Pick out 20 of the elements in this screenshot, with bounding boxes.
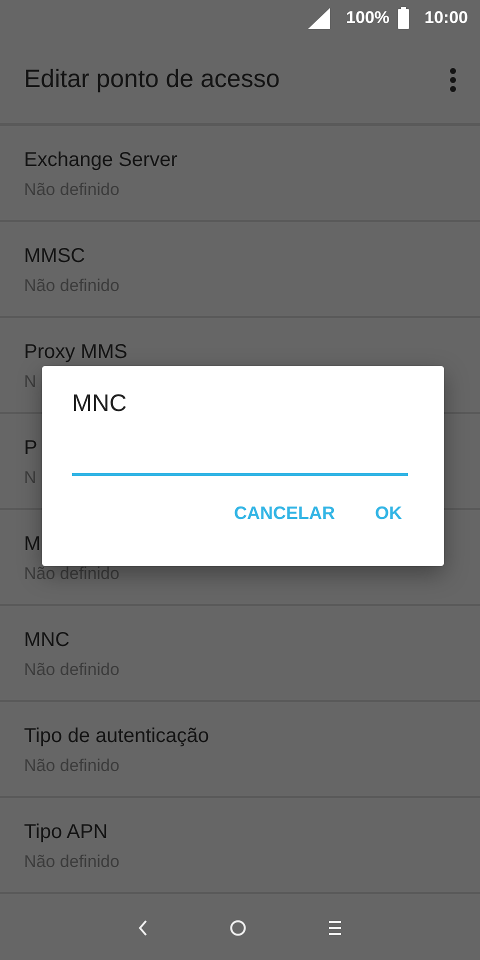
setting-title: Exchange Server — [24, 148, 178, 172]
menu-icon[interactable] — [328, 921, 342, 935]
battery-percentage: 100% — [346, 7, 390, 30]
setting-title: Tipo de autenticação — [24, 724, 209, 748]
more-options-icon[interactable] — [450, 68, 456, 92]
setting-title: MNC — [24, 628, 70, 652]
dialog-button[interactable]: CANCELAR — [222, 492, 347, 535]
setting-title: Tipo APN — [24, 820, 108, 844]
back-icon[interactable] — [138, 920, 148, 936]
setting-title: P — [24, 436, 38, 460]
signal-icon — [308, 8, 330, 28]
home-icon[interactable] — [230, 920, 246, 936]
battery-icon — [398, 7, 409, 29]
setting-title: Proxy MMS — [24, 340, 128, 364]
dialog-title: MNC — [72, 389, 127, 419]
clock: 10:00 — [424, 7, 468, 30]
screen-title: Editar ponto de acesso — [24, 64, 280, 95]
setting-title: M — [24, 532, 41, 556]
dialog-button[interactable]: OK — [363, 492, 414, 535]
setting-title: MMSC — [24, 244, 86, 268]
